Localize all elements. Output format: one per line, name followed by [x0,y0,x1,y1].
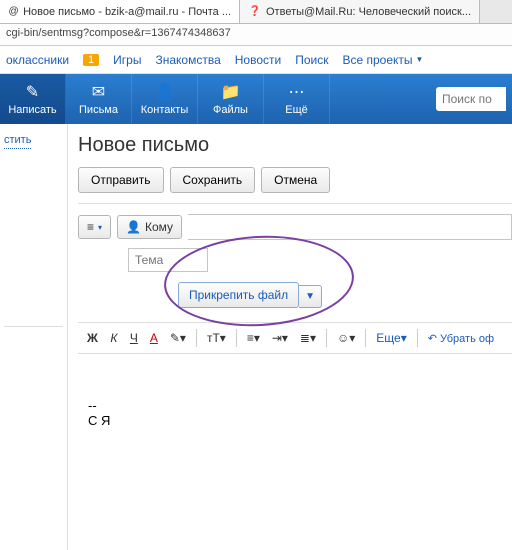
search-container [430,74,512,124]
priority-dropdown[interactable]: ≡ ▾ [78,215,111,239]
compose-actions: Отправить Сохранить Отмена [78,167,512,204]
toolbar-label: Контакты [141,104,189,116]
person-icon: 👤 [126,220,141,234]
nav-search[interactable]: Поиск [295,53,328,67]
toolbar-label: Ещё [285,104,308,116]
browser-tabs: @ Новое письмо - bzik-a@mail.ru - Почта … [0,0,512,24]
folder-icon: 📁 [221,82,241,102]
separator [236,329,237,347]
address-bar[interactable]: cgi-bin/sentmsg?compose&r=1367474348637 [0,24,512,46]
compose-button[interactable]: ✎ Написать [0,74,66,124]
envelope-icon: ✉ [92,82,105,102]
attach-row: Прикрепить файл▼ [178,282,512,308]
compose-area: Новое письмо Отправить Сохранить Отмена … [68,124,512,550]
send-button[interactable]: Отправить [78,167,164,193]
to-row: ≡ ▾ 👤 Кому [78,214,512,240]
annotation-circle [162,231,356,331]
emoji-button[interactable]: ☺▾ [332,328,360,348]
pencil-icon: ✎ [26,82,39,102]
browser-tab-active[interactable]: @ Новое письмо - bzik-a@mail.ru - Почта … [0,0,240,23]
mail-toolbar: ✎ Написать ✉ Письма 👤 Контакты 📁 Файлы ⋯… [0,74,512,124]
dots-icon: ⋯ [289,82,305,102]
chevron-down-icon: ▼ [416,55,424,64]
mail-favicon: @ [8,5,19,19]
sidebar-separator [4,326,63,327]
subject-input[interactable] [128,248,208,272]
format-toolbar: Ж К Ч А ✎▾ тТ▾ ≡▾ ⇥▾ ≣▾ ☺▾ Еще▾ ↶ Убрать… [78,322,512,354]
signature-name: С Я [88,413,502,428]
to-label: Кому [145,220,173,234]
cancel-button[interactable]: Отмена [261,167,330,193]
italic-button[interactable]: К [105,328,123,348]
tab-title: Новое письмо - bzik-a@mail.ru - Почта ..… [23,6,231,18]
separator [326,329,327,347]
indent-button[interactable]: ⇥▾ [267,328,293,348]
tab-title: Ответы@Mail.Ru: Человеческий поиск... [266,6,471,18]
format-more-button[interactable]: Еще▾ [371,328,411,348]
attach-dropdown[interactable]: ▼ [299,285,322,308]
top-nav: оклассники 1 Игры Знакомства Новости Пои… [0,46,512,74]
align-button[interactable]: ≡▾ [242,328,265,348]
person-icon: 👤 [155,82,175,102]
font-size-button[interactable]: тТ▾ [202,328,231,348]
inbox-button[interactable]: ✉ Письма [66,74,132,124]
nav-odnoklassniki[interactable]: оклассники [6,53,69,67]
save-button[interactable]: Сохранить [170,167,256,193]
browser-tab[interactable]: ❓ Ответы@Mail.Ru: Человеческий поиск... [240,0,480,23]
sidebar: стить [0,124,68,550]
attach-file-button[interactable]: Прикрепить файл [178,282,299,308]
to-button[interactable]: 👤 Кому [117,215,182,239]
toolbar-label: Файлы [213,104,248,116]
more-button[interactable]: ⋯ Ещё [264,74,330,124]
remove-format-button[interactable]: ↶ Убрать оф [423,329,499,348]
nav-news[interactable]: Новости [235,53,281,67]
toolbar-label: Письма [79,104,118,116]
nav-all-projects[interactable]: Все проекты ▼ [342,53,423,67]
nav-dating[interactable]: Знакомства [155,53,220,67]
sidebar-clear-link[interactable]: стить [4,132,31,149]
separator [196,329,197,347]
underline-button[interactable]: Ч [125,328,143,348]
separator [365,329,366,347]
nav-games[interactable]: Игры [113,53,141,67]
to-input[interactable] [188,214,512,240]
nav-projects-label: Все проекты [342,53,412,67]
message-body[interactable]: -- С Я [78,354,512,534]
files-button[interactable]: 📁 Файлы [198,74,264,124]
bold-button[interactable]: Ж [82,328,103,348]
answers-favicon: ❓ [248,5,262,19]
text-color-button[interactable]: А [145,328,163,348]
toolbar-label: Написать [8,104,56,116]
search-input[interactable] [436,87,506,111]
nav-badge: 1 [83,54,99,66]
contacts-button[interactable]: 👤 Контакты [132,74,198,124]
signature-line: -- [88,398,502,413]
highlight-button[interactable]: ✎▾ [165,328,191,348]
separator [417,329,418,347]
page-title: Новое письмо [78,134,512,157]
chevron-down-icon: ▾ [98,223,102,232]
list-button[interactable]: ≣▾ [295,328,321,348]
